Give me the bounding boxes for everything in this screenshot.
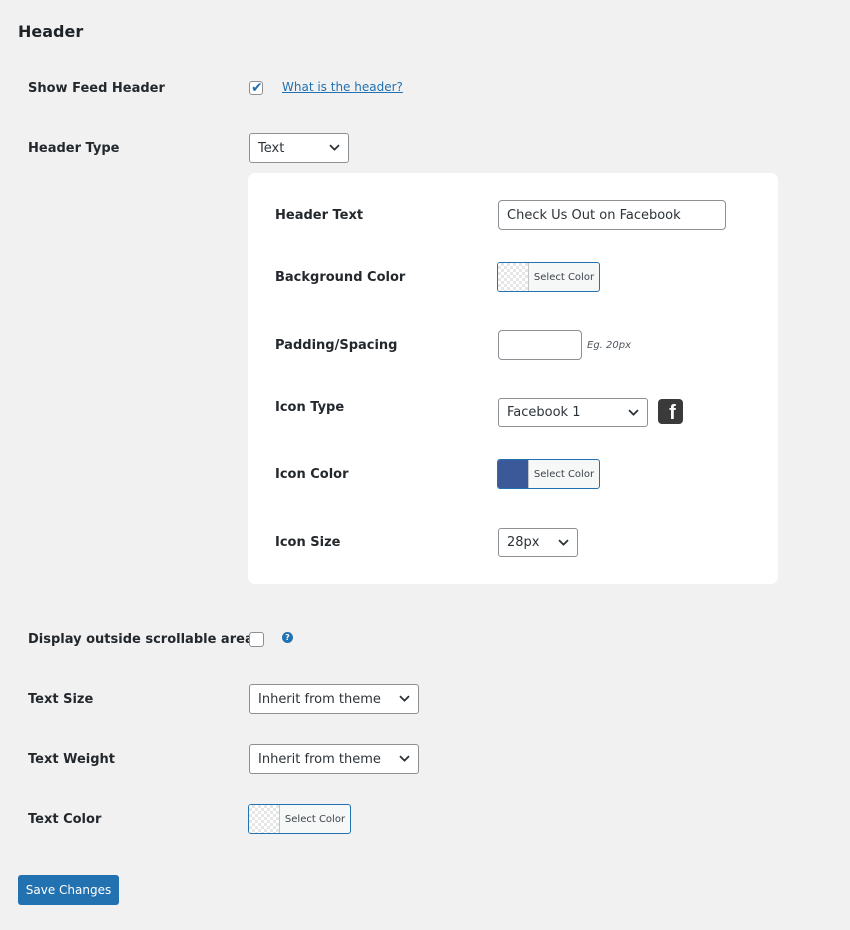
show-feed-header-label: Show Feed Header bbox=[28, 81, 165, 96]
save-changes-button[interactable]: Save Changes bbox=[18, 875, 119, 905]
icon-color-picker-button[interactable]: Select Color bbox=[497, 459, 600, 489]
header-text-value: Check Us Out on Facebook bbox=[507, 207, 681, 223]
text-color-label: Text Color bbox=[28, 812, 102, 827]
text-weight-value: Inherit from theme bbox=[258, 751, 381, 767]
icon-type-value: Facebook 1 bbox=[507, 405, 581, 420]
background-color-swatch bbox=[498, 263, 529, 291]
header-text-settings-panel bbox=[248, 173, 778, 584]
facebook-square-icon: f bbox=[658, 399, 683, 424]
icon-type-select[interactable]: Facebook 1 bbox=[498, 398, 648, 427]
help-icon[interactable]: ? bbox=[282, 632, 293, 643]
chevron-down-icon bbox=[399, 695, 410, 702]
header-type-value: Text bbox=[258, 140, 285, 156]
text-weight-select[interactable]: Inherit from theme bbox=[249, 744, 419, 774]
background-color-label: Background Color bbox=[275, 270, 406, 285]
what-is-header-link[interactable]: What is the header? bbox=[282, 80, 403, 94]
text-color-picker-button[interactable]: Select Color bbox=[248, 804, 351, 834]
chevron-down-icon bbox=[329, 144, 340, 151]
header-type-label: Header Type bbox=[28, 141, 120, 156]
chevron-down-icon bbox=[628, 409, 639, 416]
display-outside-label: Display outside scrollable area bbox=[28, 632, 254, 647]
padding-input[interactable] bbox=[498, 330, 582, 360]
padding-hint: Eg. 20px bbox=[587, 340, 632, 351]
text-color-button-label: Select Color bbox=[284, 813, 346, 825]
header-text-label: Header Text bbox=[275, 208, 364, 223]
show-feed-header-checkbox[interactable]: ✔ bbox=[249, 80, 263, 96]
icon-size-label: Icon Size bbox=[275, 535, 341, 550]
icon-type-label: Icon Type bbox=[275, 400, 345, 415]
icon-color-label: Icon Color bbox=[275, 467, 349, 482]
section-title: Header bbox=[18, 22, 84, 41]
text-weight-label: Text Weight bbox=[28, 752, 116, 767]
text-size-value: Inherit from theme bbox=[258, 691, 381, 707]
text-size-label: Text Size bbox=[28, 692, 94, 707]
background-color-button-label: Select Color bbox=[533, 271, 595, 283]
icon-color-button-label: Select Color bbox=[533, 468, 595, 480]
header-type-select[interactable]: Text bbox=[249, 133, 349, 163]
chevron-down-icon bbox=[399, 755, 410, 762]
text-color-swatch bbox=[249, 805, 280, 833]
checkmark-icon: ✔ bbox=[251, 80, 263, 96]
chevron-down-icon bbox=[558, 539, 569, 546]
icon-size-value: 28px bbox=[507, 535, 540, 550]
padding-label: Padding/Spacing bbox=[275, 338, 398, 353]
header-text-input[interactable]: Check Us Out on Facebook bbox=[498, 200, 726, 230]
icon-color-swatch bbox=[498, 460, 529, 488]
background-color-picker-button[interactable]: Select Color bbox=[497, 262, 600, 292]
icon-size-select[interactable]: 28px bbox=[498, 528, 578, 557]
display-outside-checkbox[interactable] bbox=[249, 632, 264, 647]
text-size-select[interactable]: Inherit from theme bbox=[249, 684, 419, 714]
